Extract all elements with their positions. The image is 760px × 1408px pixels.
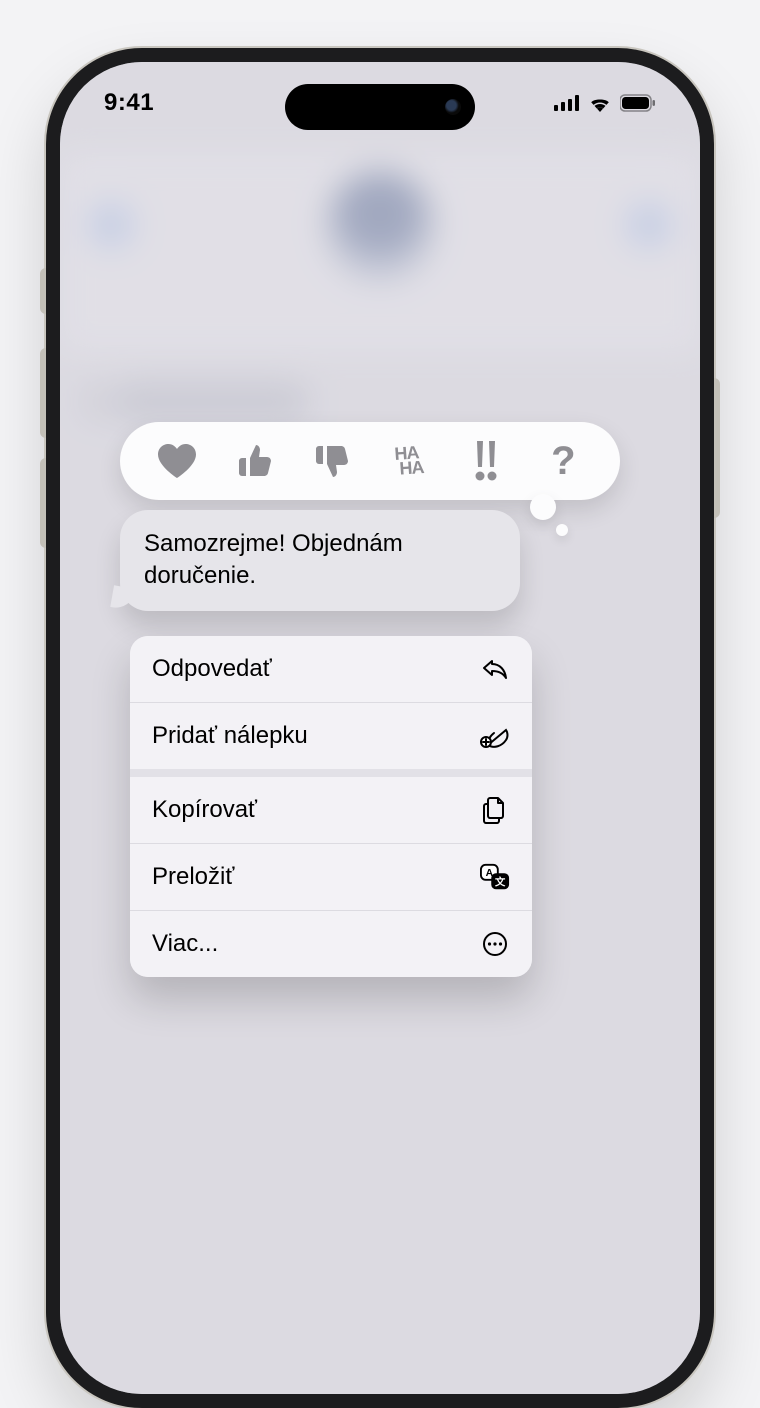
cellular-icon bbox=[554, 95, 580, 111]
dynamic-island bbox=[285, 84, 475, 130]
tapback-haha[interactable]: HA HA bbox=[385, 437, 433, 485]
screen: 9:41 bbox=[60, 62, 700, 1394]
iphone-frame: 9:41 bbox=[46, 48, 714, 1408]
tapback-tail-icon bbox=[556, 524, 568, 536]
copy-icon bbox=[480, 795, 510, 825]
volume-down-button bbox=[40, 458, 46, 548]
silent-switch bbox=[40, 268, 46, 314]
tapback-reaction-bar: HA HA ? bbox=[120, 422, 620, 500]
volume-up-button bbox=[40, 348, 46, 438]
menu-item-copy[interactable]: Kopírovať bbox=[130, 777, 532, 843]
translate-icon: A文 bbox=[480, 862, 510, 892]
menu-item-reply[interactable]: Odpovedať bbox=[130, 636, 532, 702]
tapback-thumbs-down[interactable] bbox=[307, 437, 355, 485]
message-text: Samozrejme! Objednám doručenie. bbox=[144, 530, 403, 589]
menu-label: Kopírovať bbox=[152, 796, 257, 824]
side-button bbox=[714, 378, 720, 518]
menu-label: Pridať nálepku bbox=[152, 722, 308, 750]
menu-label: Viac... bbox=[152, 930, 218, 958]
tapback-question[interactable]: ? bbox=[539, 437, 587, 485]
svg-text:文: 文 bbox=[494, 875, 506, 888]
reply-arrow-icon bbox=[480, 654, 510, 684]
status-time: 9:41 bbox=[104, 89, 154, 117]
menu-label: Preložiť bbox=[152, 863, 234, 891]
tapback-exclaim[interactable] bbox=[462, 437, 510, 485]
sticker-add-icon bbox=[480, 721, 510, 751]
more-ellipsis-icon bbox=[480, 929, 510, 959]
selected-message[interactable]: Samozrejme! Objednám doručenie. bbox=[120, 510, 520, 611]
tapback-heart[interactable] bbox=[153, 437, 201, 485]
wifi-icon bbox=[588, 94, 612, 112]
tapback-thumbs-up[interactable] bbox=[230, 437, 278, 485]
battery-icon bbox=[620, 94, 656, 112]
menu-label: Odpovedať bbox=[152, 655, 272, 683]
menu-item-add-sticker[interactable]: Pridať nálepku bbox=[130, 702, 532, 769]
tapback-tail-icon bbox=[530, 494, 556, 520]
menu-item-more[interactable]: Viac... bbox=[130, 910, 532, 977]
bubble-tail-icon bbox=[110, 585, 135, 610]
message-context-menu: Odpovedať Pridať nálepku Kopírov bbox=[130, 636, 532, 977]
menu-item-translate[interactable]: Preložiť A文 bbox=[130, 843, 532, 910]
